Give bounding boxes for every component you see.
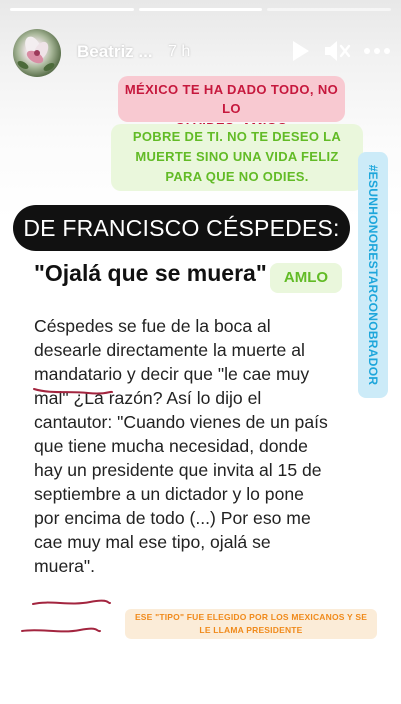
sticker-pobre-text: POBRE DE TI. NO TE DESEO LA MUERTE SINO …	[111, 124, 363, 191]
article-quote-title: "Ojalá que se muera"	[34, 260, 267, 286]
progress-segment	[138, 8, 263, 11]
body-line: por encima de todo (...) Por eso me	[34, 508, 311, 528]
username[interactable]: Beatriz ...	[77, 42, 153, 62]
body-line: que tiene mucha necesidad, donde	[34, 436, 308, 456]
hashtag-text: #ESUNHONORESTARCONOBRADOR	[366, 164, 380, 386]
sticker-line: ESE "TIPO" FUE ELEGIDO POR LOS MEXICANOS…	[134, 612, 368, 622]
story-progress-bar	[10, 8, 392, 11]
speaker-muted-icon[interactable]	[322, 38, 352, 64]
headline-banner: DE FRANCISCO CÉSPEDES:	[13, 205, 350, 251]
body-line: hay un presidente que invita al 15 de	[34, 460, 322, 480]
body-line: mal" ¿La razón? Así lo dijo el	[34, 388, 262, 408]
progress-segment	[267, 8, 392, 11]
sticker-mexico-text: MÉXICO TE HA DADO TODO, NO LO OLVIDES, A…	[118, 76, 345, 135]
play-icon[interactable]	[287, 38, 313, 64]
story-canvas: Beatriz ... 7 h MÉXICO TE HA DADO TODO, …	[0, 0, 401, 704]
sticker-note-text: ESE "TIPO" FUE ELEGIDO POR LOS MEXICANOS…	[125, 609, 377, 639]
body-line: septiembre a un dictador y lo pone	[34, 484, 304, 504]
body-line: desearle directamente la muerte al	[34, 340, 305, 360]
sticker-line: LE LLAMA PRESIDENTE	[199, 625, 303, 635]
sticker-line: MÉXICO TE HA DADO TODO, NO LO	[124, 82, 339, 116]
progress-segment	[10, 8, 134, 11]
sticker-line: PARA QUE NO ODIES.	[165, 169, 309, 184]
body-line: Céspedes se fue de la boca al	[34, 316, 271, 336]
sticker-line: MUERTE SINO UNA VIDA FELIZ	[135, 149, 339, 164]
body-line: cantautor: "Cuando vienes de un país	[34, 412, 328, 432]
body-line: muera".	[34, 556, 96, 576]
more-dots-icon[interactable]	[362, 38, 392, 64]
amlo-sticker: AMLO	[270, 263, 342, 293]
body-line: mandatario y decir que "le cae muy	[34, 364, 310, 384]
article-body: Céspedes se fue de la boca al desearle d…	[34, 314, 364, 578]
body-line: cae muy mal ese tipo, ojalá se	[34, 532, 271, 552]
post-time: 7 h	[168, 43, 191, 60]
sticker-line: POBRE DE TI. NO TE DESEO LA	[132, 129, 342, 144]
avatar[interactable]	[13, 29, 61, 77]
underline-cae-muy	[32, 599, 111, 605]
underline-muera	[21, 627, 101, 633]
